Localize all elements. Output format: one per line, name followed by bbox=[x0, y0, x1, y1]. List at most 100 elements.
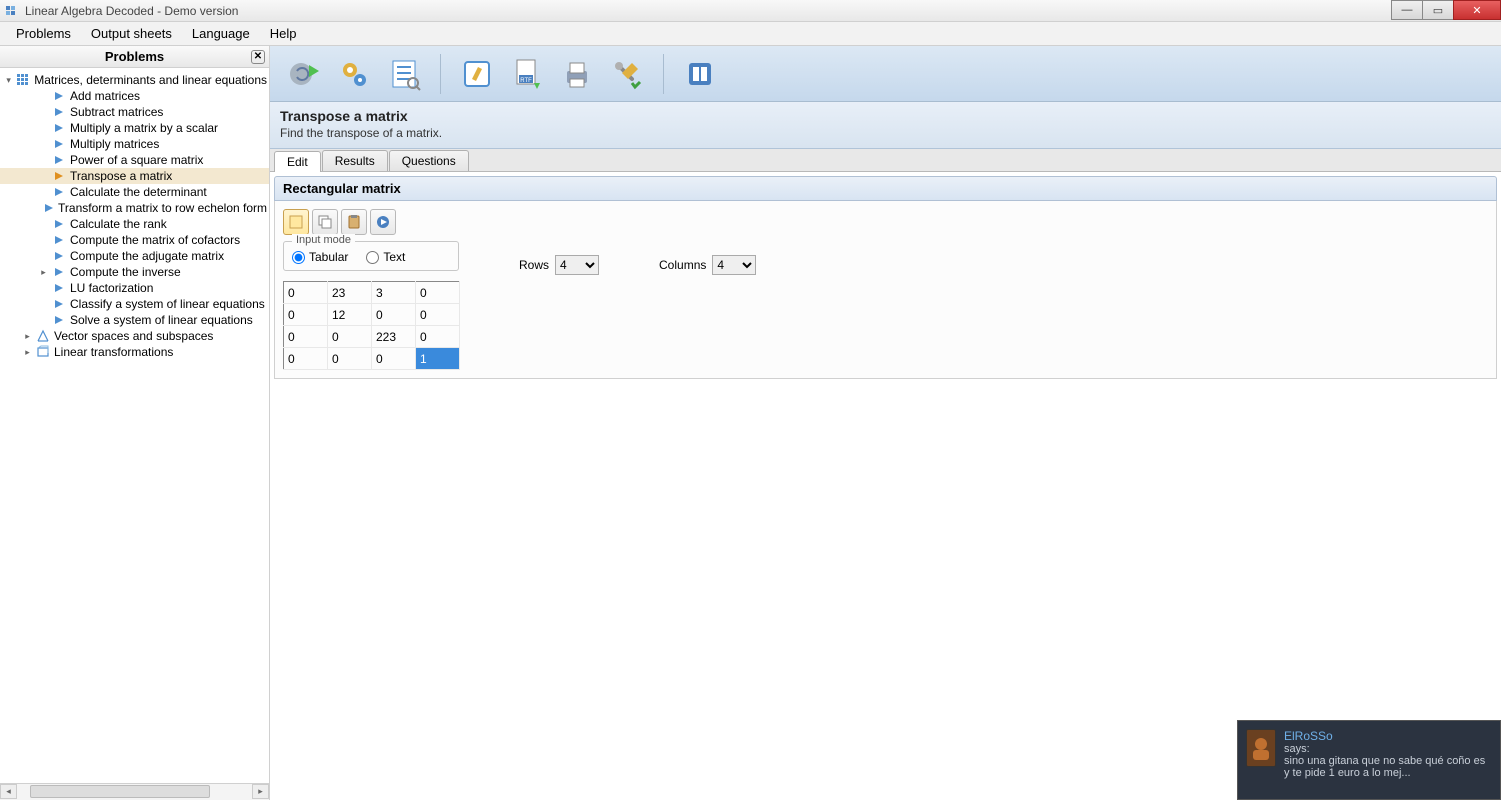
notification-sender: ElRoSSo bbox=[1284, 729, 1492, 743]
cols-label: Columns bbox=[659, 258, 706, 272]
tree-item[interactable]: Calculate the determinant bbox=[0, 184, 269, 200]
tree-item-label: Compute the matrix of cofactors bbox=[70, 233, 240, 247]
matrix-cell[interactable]: 0 bbox=[416, 304, 460, 326]
tree-item[interactable]: Compute the matrix of cofactors bbox=[0, 232, 269, 248]
matrix-cell[interactable]: 0 bbox=[284, 326, 328, 348]
play-icon bbox=[52, 185, 66, 199]
matrix-cell[interactable]: 0 bbox=[328, 326, 372, 348]
expand-icon[interactable]: ▸ bbox=[22, 331, 33, 342]
matrix-cell[interactable]: 12 bbox=[328, 304, 372, 326]
matrix-cell[interactable]: 3 bbox=[372, 282, 416, 304]
checklist-button[interactable] bbox=[384, 54, 424, 94]
matrix-grid[interactable]: 02330012000022300001 bbox=[283, 281, 460, 370]
tree-item[interactable]: Transpose a matrix bbox=[0, 168, 269, 184]
matrix-cell[interactable]: 0 bbox=[284, 282, 328, 304]
tools-button[interactable] bbox=[607, 54, 647, 94]
export-rtf-button[interactable]: RTF bbox=[507, 54, 547, 94]
matrix-cell[interactable]: 23 bbox=[328, 282, 372, 304]
tree-item[interactable]: Multiply matrices bbox=[0, 136, 269, 152]
tree-item-label: LU factorization bbox=[70, 281, 153, 295]
tree-item[interactable]: Classify a system of linear equations bbox=[0, 296, 269, 312]
sidebar-close-icon[interactable]: ✕ bbox=[251, 50, 265, 64]
settings-gears-button[interactable] bbox=[334, 54, 374, 94]
scroll-thumb[interactable] bbox=[30, 785, 210, 798]
tree-item[interactable]: Transform a matrix to row echelon form bbox=[0, 200, 269, 216]
tree-item-label: Compute the inverse bbox=[70, 265, 181, 279]
play-icon bbox=[52, 169, 66, 183]
run-button[interactable] bbox=[284, 54, 324, 94]
tree-item[interactable]: Power of a square matrix bbox=[0, 152, 269, 168]
operation-title: Transpose a matrix bbox=[280, 108, 1491, 124]
problems-sidebar: Problems ✕ ▾ Matrices, determinants and … bbox=[0, 46, 270, 800]
random-fill-button[interactable] bbox=[370, 209, 396, 235]
input-mode-legend: Input mode bbox=[292, 234, 355, 246]
minimize-button[interactable]: — bbox=[1391, 0, 1423, 20]
sidebar-title: Problems bbox=[105, 49, 164, 64]
expand-icon[interactable]: ▸ bbox=[38, 267, 49, 278]
play-icon bbox=[44, 201, 54, 215]
rows-label: Rows bbox=[519, 258, 549, 272]
tree-item[interactable]: ▸ Compute the inverse bbox=[0, 264, 269, 280]
menu-output-sheets[interactable]: Output sheets bbox=[81, 23, 182, 44]
tree-root-matrices[interactable]: ▾ Matrices, determinants and linear equa… bbox=[0, 72, 269, 88]
play-icon bbox=[52, 313, 66, 327]
cols-select[interactable]: 4 bbox=[712, 255, 756, 275]
tree-item[interactable]: Solve a system of linear equations bbox=[0, 312, 269, 328]
problems-tree: ▾ Matrices, determinants and linear equa… bbox=[0, 68, 269, 783]
tab-results[interactable]: Results bbox=[322, 150, 388, 171]
content-pane: RTF Transpose a matrix Find the transpos… bbox=[270, 46, 1501, 800]
rows-select[interactable]: 4 bbox=[555, 255, 599, 275]
radio-tabular[interactable]: Tabular bbox=[292, 250, 348, 264]
tree-item[interactable]: Compute the adjugate matrix bbox=[0, 248, 269, 264]
close-button[interactable]: ✕ bbox=[1453, 0, 1501, 20]
input-mode-group: Input mode Tabular Text bbox=[283, 241, 459, 271]
matrix-cell[interactable]: 0 bbox=[372, 304, 416, 326]
play-icon bbox=[52, 249, 66, 263]
scroll-left-icon[interactable]: ◂ bbox=[0, 784, 17, 799]
play-icon bbox=[52, 121, 66, 135]
matrix-cell[interactable]: 223 bbox=[372, 326, 416, 348]
tab-questions[interactable]: Questions bbox=[389, 150, 469, 171]
tree-root-linear-transformations[interactable]: ▸ Linear transformations bbox=[0, 344, 269, 360]
menu-help[interactable]: Help bbox=[260, 23, 307, 44]
tree-item[interactable]: Add matrices bbox=[0, 88, 269, 104]
maximize-button[interactable]: ▭ bbox=[1422, 0, 1454, 20]
expand-icon[interactable]: ▾ bbox=[4, 75, 13, 86]
radio-text[interactable]: Text bbox=[366, 250, 405, 264]
tab-edit[interactable]: Edit bbox=[274, 151, 321, 172]
matrix-cell[interactable]: 1 bbox=[416, 348, 460, 370]
tree-item-label: Calculate the rank bbox=[70, 217, 167, 231]
tree-item[interactable]: Subtract matrices bbox=[0, 104, 269, 120]
matrix-cell[interactable]: 0 bbox=[284, 304, 328, 326]
new-matrix-button[interactable] bbox=[283, 209, 309, 235]
notification-says: says: bbox=[1284, 743, 1492, 755]
sidebar-scrollbar[interactable]: ◂ ▸ bbox=[0, 783, 269, 800]
tree-root-vectorspaces[interactable]: ▸ Vector spaces and subspaces bbox=[0, 328, 269, 344]
svg-text:RTF: RTF bbox=[520, 78, 532, 84]
play-icon bbox=[52, 105, 66, 119]
menu-language[interactable]: Language bbox=[182, 23, 260, 44]
tree-item[interactable]: Calculate the rank bbox=[0, 216, 269, 232]
menu-problems[interactable]: Problems bbox=[6, 23, 81, 44]
matrix-cell[interactable]: 0 bbox=[328, 348, 372, 370]
window-title: Linear Algebra Decoded - Demo version bbox=[25, 4, 238, 18]
operation-description: Transpose a matrix Find the transpose of… bbox=[270, 102, 1501, 149]
matrix-cell[interactable]: 0 bbox=[416, 326, 460, 348]
print-button[interactable] bbox=[557, 54, 597, 94]
tree-item[interactable]: Multiply a matrix by a scalar bbox=[0, 120, 269, 136]
matrix-cell[interactable]: 0 bbox=[416, 282, 460, 304]
scroll-right-icon[interactable]: ▸ bbox=[252, 784, 269, 799]
chat-notification[interactable]: ElRoSSo says: sino una gitana que no sab… bbox=[1237, 720, 1501, 800]
tree-item-label: Power of a square matrix bbox=[70, 153, 203, 167]
clear-button[interactable] bbox=[457, 54, 497, 94]
about-button[interactable] bbox=[680, 54, 720, 94]
copy-matrix-button[interactable] bbox=[312, 209, 338, 235]
expand-icon[interactable]: ▸ bbox=[22, 347, 33, 358]
operation-subtitle: Find the transpose of a matrix. bbox=[280, 126, 1491, 140]
paste-matrix-button[interactable] bbox=[341, 209, 367, 235]
matrix-cell[interactable]: 0 bbox=[372, 348, 416, 370]
tree-item-label: Multiply a matrix by a scalar bbox=[70, 121, 218, 135]
tree-item-label: Solve a system of linear equations bbox=[70, 313, 253, 327]
matrix-cell[interactable]: 0 bbox=[284, 348, 328, 370]
tree-item[interactable]: LU factorization bbox=[0, 280, 269, 296]
